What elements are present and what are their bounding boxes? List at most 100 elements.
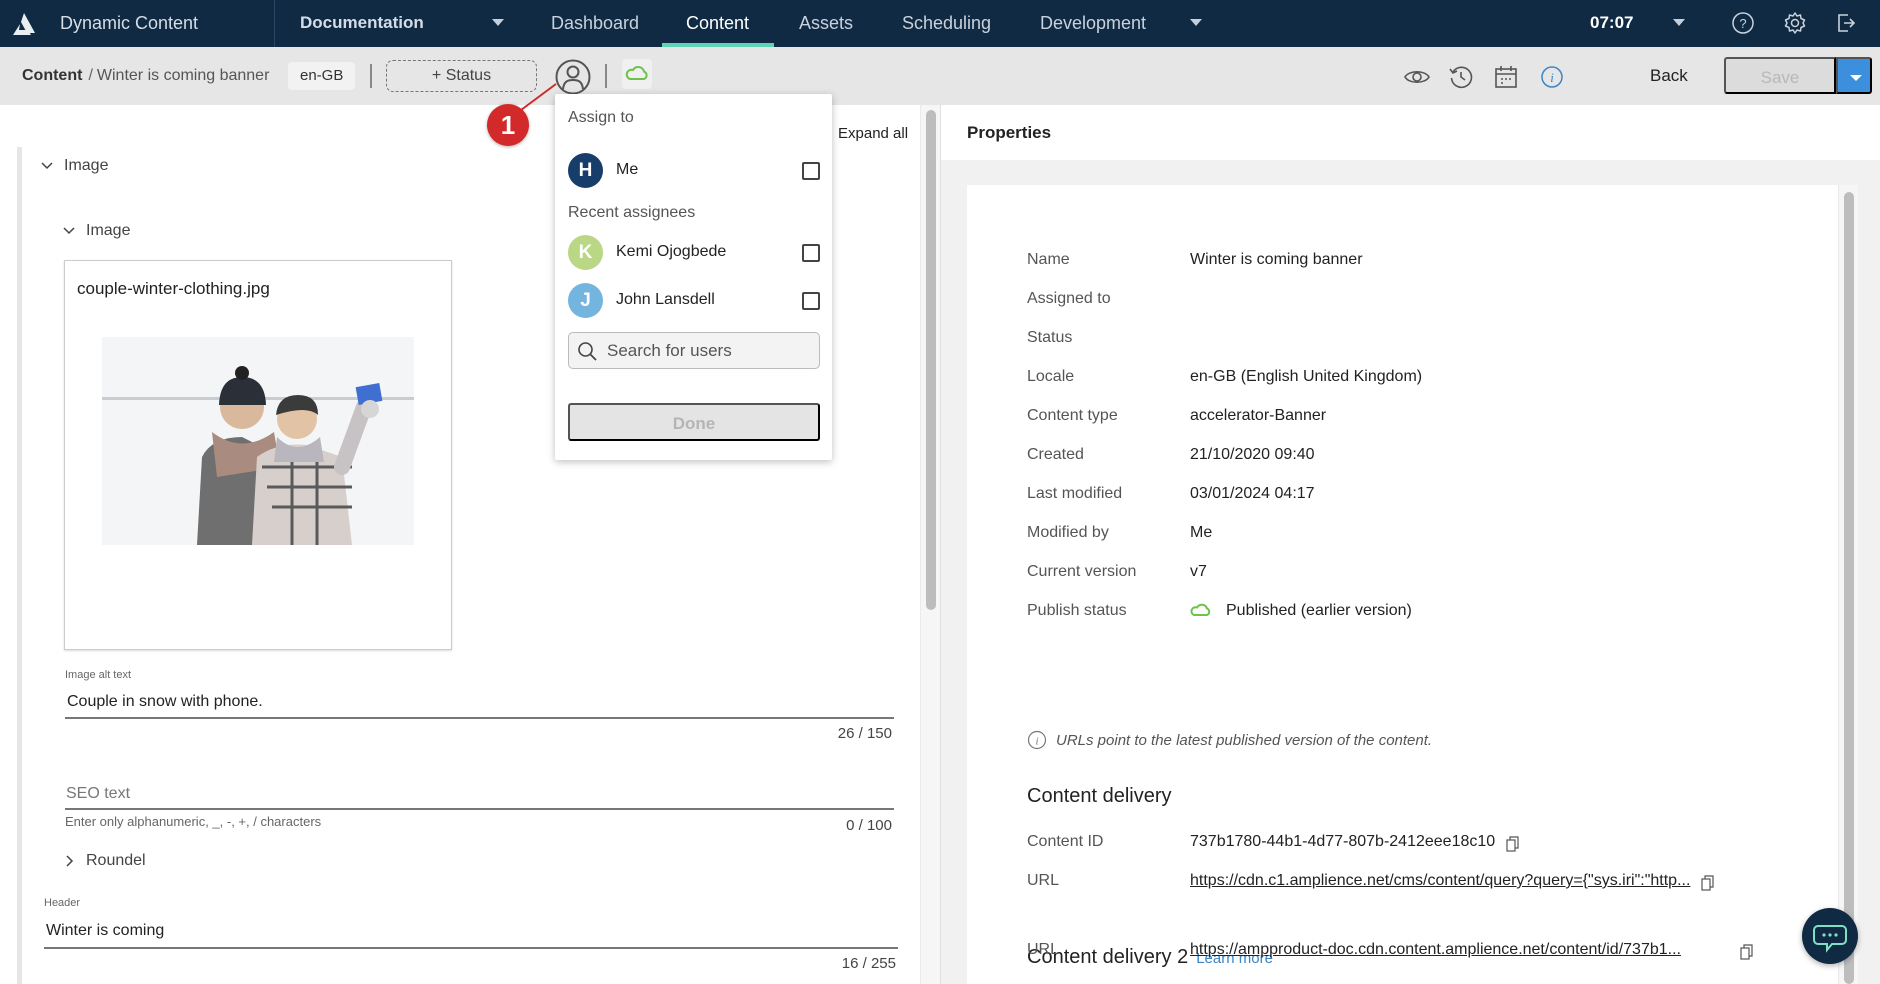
prop-value: Me xyxy=(1190,524,1213,541)
clock-caret-icon[interactable] xyxy=(1673,19,1685,26)
prop-key: Last modified xyxy=(1027,485,1123,502)
hub-selector[interactable]: Documentation xyxy=(300,13,424,33)
avatar: K xyxy=(568,235,603,270)
prop-key: Created xyxy=(1027,446,1084,463)
nav-divider xyxy=(274,0,275,47)
prop-value: en-GB (English United Kingdom) xyxy=(1190,368,1423,385)
development-caret-icon[interactable] xyxy=(1190,19,1202,26)
assignee-checkbox[interactable] xyxy=(802,244,820,262)
roundel-toggle[interactable]: Roundel xyxy=(62,852,146,870)
assignee-name: Kemi Ojogbede xyxy=(616,243,727,260)
publish-button[interactable] xyxy=(622,59,652,89)
header-rule xyxy=(17,870,22,984)
prop-value: 21/10/2020 09:40 xyxy=(1190,446,1315,463)
callout-badge: 1 xyxy=(487,104,529,146)
copy-icon[interactable] xyxy=(1740,944,1754,960)
add-status-button[interactable]: + Status xyxy=(386,60,537,92)
right-scrollbar-thumb[interactable] xyxy=(1844,192,1854,984)
prop-key: Locale xyxy=(1027,368,1075,385)
section-image-toggle[interactable]: Image xyxy=(40,157,108,175)
search-icon xyxy=(578,342,597,361)
recent-assignees-title: Recent assignees xyxy=(568,204,696,221)
back-button[interactable]: Back xyxy=(1650,66,1688,86)
properties-title: Properties xyxy=(967,123,1052,142)
alt-text-input[interactable]: Couple in snow with phone. xyxy=(67,693,263,711)
breadcrumb-root[interactable]: Content xyxy=(22,67,82,84)
prop-key: Content ID xyxy=(1027,833,1104,850)
avatar: J xyxy=(568,283,603,318)
assignee-option[interactable]: J John Lansdell xyxy=(568,283,820,319)
header-counter: 16 / 255 xyxy=(841,955,896,972)
logout-icon[interactable] xyxy=(1834,11,1858,35)
header-label: Header xyxy=(44,897,81,909)
seo-text-hint: Enter only alphanumeric, _, -, +, / char… xyxy=(65,814,322,829)
prop-key: Name xyxy=(1027,251,1070,268)
prop-key: Status xyxy=(1027,329,1073,346)
properties-header: Properties xyxy=(941,105,1880,160)
svg-text:i: i xyxy=(1035,736,1038,748)
history-icon[interactable] xyxy=(1447,63,1475,91)
alt-text-underline xyxy=(65,717,894,719)
left-scrollbar-thumb[interactable] xyxy=(926,110,936,610)
locale-badge[interactable]: en-GB xyxy=(288,62,356,90)
user-search-field[interactable] xyxy=(568,332,820,369)
top-nav: Dynamic Content Documentation Dashboard … xyxy=(0,0,1880,47)
info-icon[interactable]: i xyxy=(1538,63,1566,91)
app-title: Dynamic Content xyxy=(60,13,199,33)
toolbar-divider xyxy=(605,64,607,88)
seo-text-counter: 0 / 100 xyxy=(846,817,892,834)
alt-text-counter: 26 / 150 xyxy=(837,725,892,742)
header-underline xyxy=(44,947,898,949)
hub-caret-icon[interactable] xyxy=(492,19,504,26)
settings-icon[interactable] xyxy=(1783,11,1807,35)
save-button[interactable]: Save xyxy=(1724,57,1836,94)
prop-value: Published (earlier version) xyxy=(1226,602,1412,619)
image-card[interactable]: couple-winter-clothing.jpg xyxy=(64,260,452,650)
user-search-input[interactable] xyxy=(607,338,812,364)
tab-assets[interactable]: Assets xyxy=(799,13,853,34)
assignee-name: John Lansdell xyxy=(616,291,715,308)
tab-development[interactable]: Development xyxy=(1040,13,1146,34)
delivery2-url-link[interactable]: https://ampproduct-doc.cdn.content.ampli… xyxy=(1190,941,1681,959)
seo-text-underline xyxy=(65,808,894,810)
chevron-right-icon xyxy=(66,855,74,867)
prop-value: 03/01/2024 04:17 xyxy=(1190,485,1315,502)
copy-icon[interactable] xyxy=(1506,836,1520,852)
seo-text-input[interactable]: SEO text xyxy=(66,785,130,803)
assign-dropdown: Assign to H Me Recent assignees K Kemi O… xyxy=(555,94,832,460)
content-delivery-title: Content delivery xyxy=(1027,785,1172,807)
subsection-image-toggle[interactable]: Image xyxy=(62,222,130,240)
svg-text:i: i xyxy=(1550,70,1554,85)
properties-panel: Properties Name Winter is coming banner A… xyxy=(940,105,1880,984)
prop-value: accelerator-Banner xyxy=(1190,407,1327,424)
clock[interactable]: 07:07 xyxy=(1590,13,1633,33)
assignee-option[interactable]: K Kemi Ojogbede xyxy=(568,235,820,271)
copy-icon[interactable] xyxy=(1701,875,1715,891)
assignee-name: Me xyxy=(616,161,639,178)
preview-icon[interactable] xyxy=(1403,63,1431,91)
chat-button[interactable] xyxy=(1802,908,1858,964)
schedule-icon[interactable] xyxy=(1492,63,1520,91)
done-button[interactable]: Done xyxy=(568,403,820,441)
prop-key: Publish status xyxy=(1027,602,1127,619)
chevron-down-icon xyxy=(63,227,75,235)
prop-key: URL xyxy=(1027,872,1060,889)
svg-text:?: ? xyxy=(1739,16,1746,31)
assignee-checkbox[interactable] xyxy=(802,162,820,180)
alt-text-label: Image alt text xyxy=(65,669,132,681)
help-icon[interactable]: ? xyxy=(1731,11,1755,35)
tab-dashboard[interactable]: Dashboard xyxy=(551,13,639,34)
assignee-checkbox[interactable] xyxy=(802,292,820,310)
breadcrumb: Content / Winter is coming banner xyxy=(22,67,269,85)
save-options-button[interactable] xyxy=(1836,57,1872,94)
prop-key: Current version xyxy=(1027,563,1137,580)
assignee-option-me[interactable]: H Me xyxy=(568,153,820,189)
expand-all-button[interactable]: Expand all xyxy=(838,125,908,142)
tab-scheduling[interactable]: Scheduling xyxy=(902,13,991,34)
subsection-title: Image xyxy=(86,222,131,239)
assign-user-icon[interactable] xyxy=(555,59,591,95)
tab-content[interactable]: Content xyxy=(686,13,749,34)
header-input[interactable]: Winter is coming xyxy=(46,922,164,940)
delivery-url-link[interactable]: https://cdn.c1.amplience.net/cms/content… xyxy=(1190,872,1690,890)
amplience-logo-icon[interactable] xyxy=(10,10,38,38)
